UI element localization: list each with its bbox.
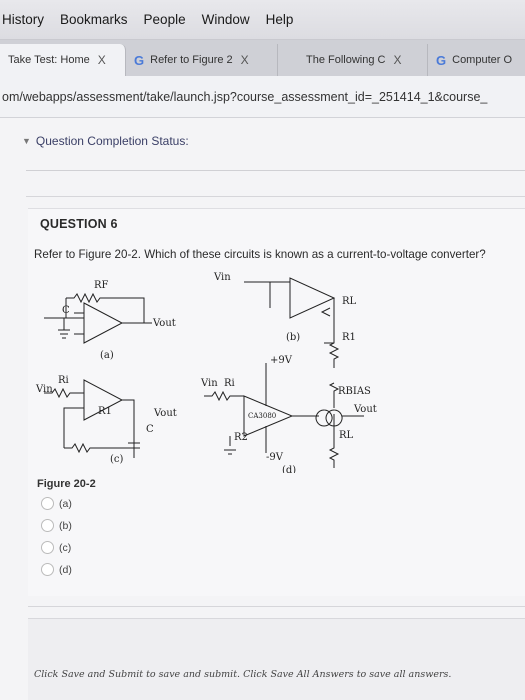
radio-button[interactable] — [41, 563, 54, 576]
menu-history[interactable]: History — [2, 12, 44, 27]
label-c: (c) — [110, 454, 124, 465]
tab-the-following[interactable]: The Following C X — [278, 44, 428, 76]
label-vin-b: Vin — [213, 272, 231, 283]
opamp-b — [289, 277, 336, 319]
label-c: C — [62, 305, 70, 316]
footer-instructions: Click Save and Submit to save and submit… — [34, 669, 452, 680]
radio-button[interactable] — [41, 541, 54, 554]
close-icon[interactable]: X — [393, 53, 401, 67]
label-rl-d: RL — [339, 430, 354, 441]
label-ri-d: Ri — [224, 378, 235, 389]
url-text: om/webapps/assessment/take/launch.jsp?co… — [2, 89, 488, 104]
figure-caption: Figure 20-2 — [37, 478, 96, 490]
label-vout-c: Vout — [153, 408, 177, 419]
tab-label: Computer O — [452, 54, 513, 66]
label-ri-c: Ri — [58, 375, 69, 386]
label-rl-b: RL — [342, 296, 357, 307]
address-bar[interactable]: om/webapps/assessment/take/launch.jsp?co… — [0, 76, 525, 118]
question-text: Refer to Figure 20-2. Which of these cir… — [34, 248, 486, 261]
answer-option-b[interactable]: (b) — [41, 519, 72, 532]
label-r2-d: R2 — [234, 432, 248, 443]
answer-option-d[interactable]: (d) — [41, 563, 72, 576]
tab-take-test[interactable]: Take Test: Home X — [0, 44, 126, 76]
menu-bar: History Bookmarks People Window Help — [0, 0, 525, 40]
label-vin-d: Vin — [200, 378, 218, 389]
resistor-rf — [66, 292, 145, 323]
option-label: (c) — [59, 541, 72, 554]
label-c-c: C — [146, 424, 154, 435]
tab-label: Take Test: Home — [8, 54, 90, 66]
label-minus9v: -9V — [266, 452, 284, 463]
question-completion-status[interactable]: ▼ Question Completion Status: — [0, 118, 525, 164]
label-b: (b) — [286, 332, 300, 343]
menu-bookmarks[interactable]: Bookmarks — [60, 12, 128, 27]
divider — [26, 170, 525, 171]
google-icon: G — [436, 52, 447, 68]
menu-window[interactable]: Window — [202, 12, 250, 27]
tab-label: Refer to Figure 2 — [150, 54, 233, 66]
divider — [26, 196, 525, 197]
radio-button[interactable] — [41, 497, 54, 510]
close-icon[interactable]: X — [98, 53, 106, 67]
label-d: (d) — [282, 465, 296, 473]
label-rbias: RBIAS — [338, 386, 371, 397]
label-r1-b: R1 — [342, 332, 356, 343]
divider — [28, 606, 525, 607]
question-title: QUESTION 6 — [40, 217, 118, 231]
status-label: Question Completion Status: — [35, 134, 189, 148]
option-label: (a) — [59, 497, 72, 510]
answer-option-a[interactable]: (a) — [41, 497, 72, 510]
label-vout-d: Vout — [353, 404, 377, 415]
tab-refer-to-figure[interactable]: G Refer to Figure 2 X — [126, 44, 278, 76]
label-plus9v: +9V — [270, 355, 293, 366]
option-label: (b) — [59, 519, 72, 532]
circuit-diagram: RF C Vout (a) Vin RL R1 (b) +9V Vin Ri R… — [35, 272, 377, 476]
label-r1-c: R1 — [98, 406, 112, 417]
menu-people[interactable]: People — [144, 12, 186, 27]
label-rf: RF — [94, 280, 109, 291]
label-vin-c: Vin — [35, 384, 53, 395]
label-vout-a: Vout — [152, 318, 176, 329]
label-a: (a) — [100, 350, 114, 361]
tab-bar: Take Test: Home X G Refer to Figure 2 X … — [0, 40, 525, 76]
footer-panel: Click Save and Submit to save and submit… — [28, 618, 525, 700]
menu-help[interactable]: Help — [266, 12, 294, 27]
close-icon[interactable]: X — [241, 53, 249, 67]
chevron-down-icon: ▼ — [22, 136, 31, 146]
figure-20-2: RF C Vout (a) Vin RL R1 (b) +9V Vin Ri R… — [34, 268, 514, 476]
radio-button[interactable] — [41, 519, 54, 532]
option-label: (d) — [59, 563, 72, 576]
google-icon: G — [134, 52, 145, 68]
label-ca3080: CA3080 — [248, 412, 276, 420]
answer-option-c[interactable]: (c) — [41, 541, 71, 554]
opamp-a — [83, 302, 124, 344]
tab-computer[interactable]: G Computer O — [428, 44, 525, 76]
tab-label: The Following C — [306, 54, 386, 66]
